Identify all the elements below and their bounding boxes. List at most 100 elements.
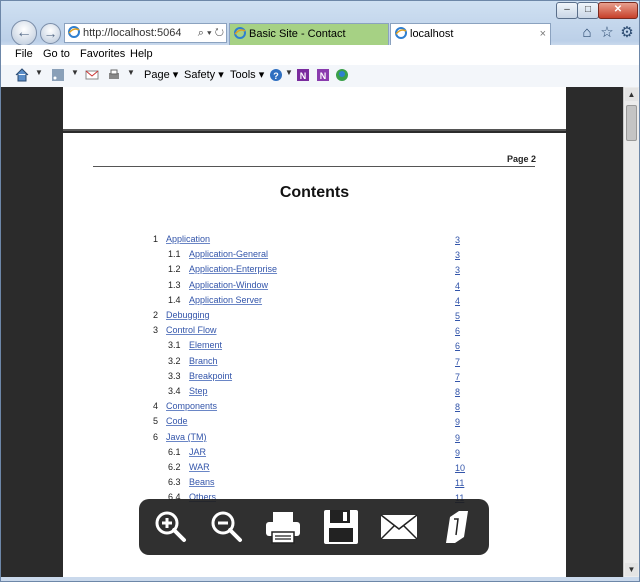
toc-entry-page-link[interactable]: 9 bbox=[455, 417, 460, 427]
toc-entry-link[interactable]: Application bbox=[166, 234, 210, 244]
close-window-button[interactable]: ✕ bbox=[598, 2, 638, 19]
toc-entry-page-link[interactable]: 9 bbox=[455, 433, 460, 443]
toc-entry-link[interactable]: Element bbox=[189, 340, 222, 350]
toc-entry-page-link[interactable]: 6 bbox=[455, 341, 460, 351]
menu-favorites[interactable]: Favorites bbox=[80, 48, 125, 60]
toc-entry-number: 2 bbox=[153, 310, 159, 320]
maximize-button[interactable]: □ bbox=[577, 2, 599, 19]
address-url[interactable]: http://localhost:50646/ bbox=[83, 24, 181, 42]
help-icon[interactable]: ? bbox=[269, 68, 283, 82]
pdf-icon[interactable] bbox=[437, 507, 477, 547]
toc-entry-page-link[interactable]: 8 bbox=[455, 387, 460, 397]
toc-entry-page-link[interactable]: 9 bbox=[455, 448, 460, 458]
gear-icon[interactable]: ⚙ bbox=[619, 25, 635, 41]
toc-entry-link[interactable]: JAR bbox=[189, 447, 206, 457]
toc-entry-link[interactable]: Debugging bbox=[166, 310, 210, 320]
vertical-scrollbar[interactable]: ▲ ▼ bbox=[623, 87, 639, 577]
toc-entry-page-link[interactable]: 7 bbox=[455, 357, 460, 367]
toc-entry-number: 3.3 bbox=[168, 371, 181, 381]
onenote-icon[interactable]: N bbox=[316, 68, 330, 82]
viewer-toolbar bbox=[139, 499, 489, 555]
toc-entry-link[interactable]: Application-Enterprise bbox=[189, 264, 277, 274]
svg-text:?: ? bbox=[273, 71, 279, 81]
scroll-down-arrow[interactable]: ▼ bbox=[625, 563, 638, 576]
toc-entry-page-link[interactable]: 4 bbox=[455, 296, 460, 306]
toc-entry-link[interactable]: Application-General bbox=[189, 249, 268, 259]
forward-button[interactable]: → bbox=[40, 23, 61, 44]
toc-entry-number: 6.2 bbox=[168, 462, 181, 472]
tab-localhost[interactable]: localhost × bbox=[390, 23, 551, 45]
toc-entry-link[interactable]: Step bbox=[189, 386, 208, 396]
toc-entry-link[interactable]: Application-Window bbox=[189, 280, 268, 290]
page-menu[interactable]: Page ▾ bbox=[144, 68, 178, 81]
toc-entry-page-link[interactable]: 3 bbox=[455, 235, 460, 245]
toc-entry-link[interactable]: Code bbox=[166, 416, 188, 426]
save-icon[interactable] bbox=[321, 507, 361, 547]
menu-file[interactable]: File bbox=[15, 48, 33, 60]
toc-entry-link[interactable]: Control Flow bbox=[166, 325, 217, 335]
toc-entry-page-link[interactable]: 3 bbox=[455, 265, 460, 275]
favorites-star-icon[interactable]: ☆ bbox=[599, 25, 615, 41]
refresh-icon[interactable]: ↻ bbox=[215, 27, 224, 39]
chevron-down-icon[interactable]: ▼ bbox=[71, 68, 79, 77]
toc-entry-number: 3 bbox=[153, 325, 159, 335]
zoom-in-icon[interactable] bbox=[151, 507, 191, 547]
chevron-down-icon[interactable]: ▼ bbox=[127, 68, 135, 77]
back-arrow-icon: ← bbox=[16, 24, 32, 41]
tools-menu-label: Tools bbox=[230, 69, 256, 81]
menu-go-to[interactable]: Go to bbox=[43, 48, 70, 60]
minimize-button[interactable]: – bbox=[556, 2, 578, 19]
email-icon[interactable] bbox=[379, 507, 419, 547]
toc-entry-link[interactable]: Components bbox=[166, 401, 217, 411]
toc-entry-link[interactable]: Java (TM) bbox=[166, 432, 207, 442]
toc-entry-number: 3.2 bbox=[168, 356, 181, 366]
toc-entry-page-link[interactable]: 11 bbox=[455, 478, 464, 488]
address-tools[interactable]: ⌕ ▾ ↻ bbox=[198, 24, 224, 42]
tab-label: localhost bbox=[410, 28, 454, 40]
safety-menu[interactable]: Safety ▾ bbox=[184, 68, 224, 81]
scroll-up-arrow[interactable]: ▲ bbox=[625, 88, 638, 101]
toc-entry-number: 6.3 bbox=[168, 477, 181, 487]
toc-entry-number: 1 bbox=[153, 234, 159, 244]
toc-entry-number: 6 bbox=[153, 432, 159, 442]
command-bar: ▼ ▼ ▼ Page ▾ Safety ▾ Tools ▾ ? ▼ N N bbox=[1, 65, 639, 88]
menu-help[interactable]: Help bbox=[130, 48, 153, 60]
dropdown-icon[interactable]: ▾ bbox=[207, 27, 212, 39]
zoom-out-icon[interactable] bbox=[207, 507, 247, 547]
chevron-down-icon[interactable]: ▼ bbox=[285, 68, 293, 77]
print-icon[interactable] bbox=[263, 507, 303, 547]
toc-entry-link[interactable]: Breakpoint bbox=[189, 371, 232, 381]
toc-entry-number: 3.1 bbox=[168, 340, 181, 350]
toc-entry-page-link[interactable]: 8 bbox=[455, 402, 460, 412]
toc-entry-page-link[interactable]: 5 bbox=[455, 311, 460, 321]
toc-entry-page-link[interactable]: 10 bbox=[455, 463, 465, 473]
rss-feed-icon[interactable] bbox=[51, 68, 65, 82]
home-icon[interactable]: ⌂ bbox=[579, 25, 595, 41]
search-icon[interactable]: ⌕ bbox=[198, 27, 204, 39]
close-tab-icon[interactable]: × bbox=[540, 24, 546, 44]
toc-entry-link[interactable]: Application Server bbox=[189, 295, 262, 305]
toc-entry-page-link[interactable]: 7 bbox=[455, 372, 460, 382]
toc-entry-link[interactable]: Beans bbox=[189, 477, 215, 487]
home-icon[interactable] bbox=[15, 68, 29, 82]
mail-icon[interactable] bbox=[85, 68, 99, 82]
messenger-icon[interactable] bbox=[335, 68, 349, 82]
toc-entry-link[interactable]: WAR bbox=[189, 462, 210, 472]
header-divider bbox=[93, 166, 535, 167]
toc-entry-link[interactable]: Branch bbox=[189, 356, 218, 366]
toc-entry-page-link[interactable]: 6 bbox=[455, 326, 460, 336]
toc-entry-number: 1.3 bbox=[168, 280, 181, 290]
toc-entry-page-link[interactable]: 3 bbox=[455, 250, 460, 260]
document-viewer: Page 2 Contents 1 Application 3 1.1 Applicat… bbox=[1, 87, 623, 577]
print-icon[interactable] bbox=[107, 68, 121, 82]
toc-entry-page-link[interactable]: 4 bbox=[455, 281, 460, 291]
menu-bar: File Go to Favorites Help bbox=[1, 45, 639, 65]
address-bar[interactable]: http://localhost:50646/ ⌕ ▾ ↻ bbox=[64, 23, 227, 43]
ie-page-icon bbox=[68, 26, 80, 38]
tools-menu[interactable]: Tools ▾ bbox=[230, 68, 264, 81]
tab-basic-site-contact[interactable]: Basic Site - Contact bbox=[229, 23, 389, 45]
onenote-icon[interactable]: N bbox=[296, 68, 310, 82]
chevron-down-icon[interactable]: ▼ bbox=[35, 68, 43, 77]
back-button[interactable]: ← bbox=[11, 20, 37, 46]
scroll-thumb[interactable] bbox=[626, 105, 637, 141]
